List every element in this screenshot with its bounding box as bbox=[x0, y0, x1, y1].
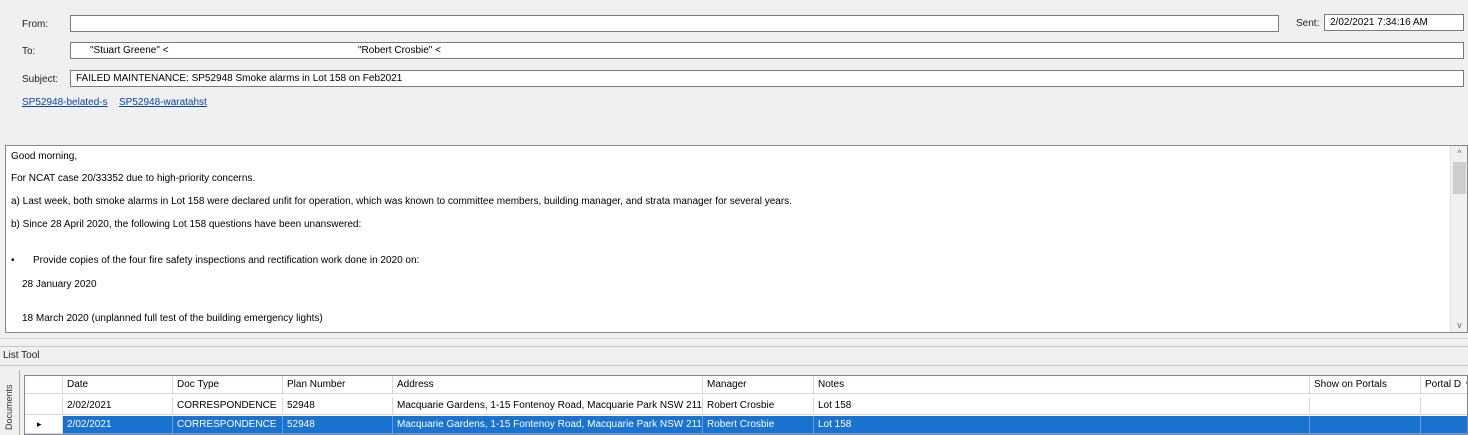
list-tool-title: List Tool bbox=[0, 346, 1468, 366]
sent-field[interactable]: 2/02/2021 7:34:16 AM bbox=[1324, 14, 1464, 31]
cell-doc-type[interactable]: CORRESPONDENCE bbox=[173, 416, 283, 434]
column-header-notes[interactable]: Notes bbox=[814, 376, 1310, 394]
body-line: For NCAT case 20/33352 due to high-prior… bbox=[11, 173, 256, 184]
body-line: b) Since 28 April 2020, the following Lo… bbox=[11, 219, 362, 230]
attachment-link-belated[interactable]: SP52948-belated-s bbox=[22, 97, 108, 108]
documents-tab-label: Documents bbox=[4, 384, 14, 430]
cell-show-on-portals[interactable] bbox=[1310, 416, 1421, 434]
row-header[interactable] bbox=[25, 397, 63, 415]
cell-plan-number[interactable]: 52948 bbox=[283, 397, 393, 415]
body-line: Good morning, bbox=[11, 151, 78, 162]
to-label: To: bbox=[22, 46, 36, 57]
bullet-glyph: • bbox=[11, 255, 15, 266]
sent-label: Sent: bbox=[1296, 18, 1320, 29]
grid-row-header-corner bbox=[25, 376, 63, 394]
pane-splitter[interactable] bbox=[0, 338, 1468, 344]
from-label: From: bbox=[22, 19, 49, 30]
scroll-thumb[interactable] bbox=[1453, 162, 1466, 194]
body-line: a) Last week, both smoke alarms in Lot 1… bbox=[11, 196, 792, 207]
column-header-date[interactable]: Date bbox=[63, 376, 173, 394]
cell-manager[interactable]: Robert Crosbie bbox=[703, 397, 814, 415]
grid-header-row: Date Doc Type Plan Number Address Manage… bbox=[25, 376, 1467, 394]
cell-show-on-portals[interactable] bbox=[1310, 397, 1421, 415]
cell-address[interactable]: Macquarie Gardens, 1-15 Fontenoy Road, M… bbox=[393, 397, 703, 415]
cell-doc-type[interactable]: CORRESPONDENCE bbox=[173, 397, 283, 415]
to-field[interactable]: "Stuart Greene" < "Robert Crosbie" < bbox=[70, 42, 1464, 59]
from-field[interactable] bbox=[70, 15, 1279, 32]
column-header-doc-type[interactable]: Doc Type bbox=[173, 376, 283, 394]
cell-plan-number[interactable]: 52948 bbox=[283, 416, 393, 434]
column-header-portal-d-label: Portal D bbox=[1425, 379, 1462, 390]
attachment-link-waratahst[interactable]: SP52948-waratahst bbox=[119, 97, 207, 108]
cell-date[interactable]: 2/02/2021 bbox=[63, 416, 173, 434]
table-row-selected[interactable]: ▸ 2/02/2021 CORRESPONDENCE 52948 Macquar… bbox=[25, 416, 1467, 434]
body-vertical-scrollbar[interactable]: ^ v bbox=[1450, 146, 1467, 332]
subject-label: Subject: bbox=[22, 74, 59, 85]
body-line: Provide copies of the four fire safety i… bbox=[33, 255, 420, 266]
column-header-address[interactable]: Address bbox=[393, 376, 703, 394]
cell-notes[interactable]: Lot 158 bbox=[814, 397, 1310, 415]
column-header-portal-d[interactable]: Portal D ^ bbox=[1421, 376, 1467, 394]
table-row[interactable]: 2/02/2021 CORRESPONDENCE 52948 Macquarie… bbox=[25, 397, 1467, 415]
cell-date[interactable]: 2/02/2021 bbox=[63, 397, 173, 415]
scroll-down-arrow-icon[interactable]: v bbox=[1451, 318, 1467, 332]
documents-grid[interactable]: Date Doc Type Plan Number Address Manage… bbox=[24, 375, 1468, 435]
cell-notes[interactable]: Lot 158 bbox=[814, 416, 1310, 434]
cell-portal-d[interactable] bbox=[1421, 397, 1467, 415]
to-recipient-robert-crosbie[interactable]: "Robert Crosbie" < bbox=[358, 43, 441, 58]
column-header-show-on-portals[interactable]: Show on Portals bbox=[1310, 376, 1421, 394]
body-line: 18 March 2020 (unplanned full test of th… bbox=[22, 313, 323, 324]
body-line: 28 January 2020 bbox=[22, 279, 97, 290]
to-recipient-stuart-greene[interactable]: "Stuart Greene" < bbox=[90, 43, 169, 58]
cell-portal-d[interactable] bbox=[1421, 416, 1467, 434]
row-header[interactable]: ▸ bbox=[25, 416, 63, 434]
column-header-plan-number[interactable]: Plan Number bbox=[283, 376, 393, 394]
scroll-up-arrow-icon[interactable]: ^ bbox=[1451, 146, 1467, 160]
cell-manager[interactable]: Robert Crosbie bbox=[703, 416, 814, 434]
message-body[interactable]: Good morning, For NCAT case 20/33352 due… bbox=[5, 145, 1468, 333]
subject-field[interactable]: FAILED MAINTENANCE: SP52948 Smoke alarms… bbox=[70, 70, 1464, 87]
current-row-indicator-icon: ▸ bbox=[37, 419, 42, 429]
cell-address[interactable]: Macquarie Gardens, 1-15 Fontenoy Road, M… bbox=[393, 416, 703, 434]
documents-side-tab[interactable]: Documents bbox=[0, 370, 20, 435]
column-header-manager[interactable]: Manager bbox=[703, 376, 814, 394]
